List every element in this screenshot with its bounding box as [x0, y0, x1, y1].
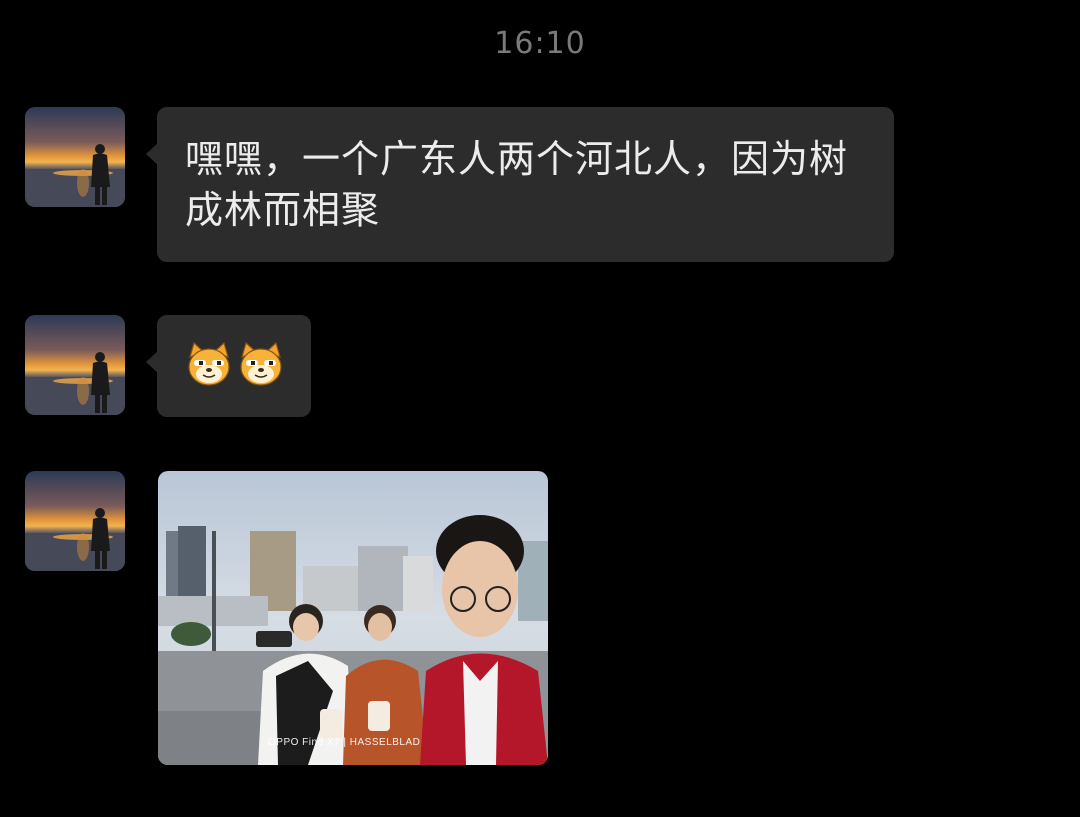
doge-cat-emoji-icon	[188, 341, 230, 386]
sender-avatar[interactable]	[25, 315, 125, 415]
message-timestamp: 16:10	[494, 26, 586, 61]
message-bubble-text[interactable]: 嘿嘿，一个广东人两个河北人，因为树成林而相聚	[146, 107, 894, 262]
avatar-image	[25, 107, 125, 207]
avatar-image	[25, 471, 125, 571]
message-bubble-emoji[interactable]	[146, 315, 311, 417]
avatar-image	[25, 315, 125, 415]
photo-watermark: OPPO Find X7 | HASSELBLAD	[268, 737, 421, 748]
sender-avatar[interactable]	[25, 107, 125, 207]
message-text: 嘿嘿，一个广东人两个河北人，因为树成林而相聚	[185, 137, 849, 232]
sender-avatar[interactable]	[25, 471, 125, 571]
message-photo[interactable]: OPPO Find X7 | HASSELBLAD	[158, 471, 548, 765]
group-selfie-image	[158, 471, 548, 765]
doge-cat-emoji-icon	[240, 341, 282, 386]
